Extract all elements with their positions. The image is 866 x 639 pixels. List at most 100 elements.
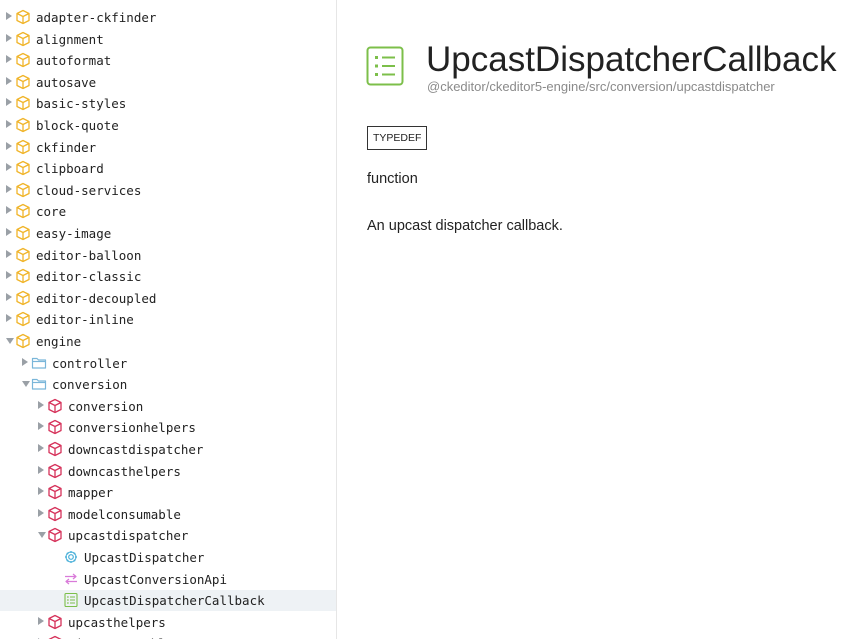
chevron-right-icon[interactable] xyxy=(6,76,12,85)
description: An upcast dispatcher callback. xyxy=(367,218,563,234)
tree-item-label: UpcastDispatcherCallback xyxy=(84,593,265,609)
tree-item-editor-balloon[interactable]: editor-balloon xyxy=(0,245,336,266)
tree-item-label: downcastdispatcher xyxy=(68,442,204,457)
tree-item-label: clipboard xyxy=(36,161,104,177)
tree-item-block-quote[interactable]: block-quote xyxy=(0,115,336,136)
tree-item-editor-inline[interactable]: editor-inline xyxy=(0,309,336,330)
tree-item-label: ckfinder xyxy=(36,139,97,155)
package-icon xyxy=(15,95,31,111)
tree-item-alignment[interactable]: alignment xyxy=(0,29,336,50)
tree-item-upcasthelpers[interactable]: upcasthelpers xyxy=(0,612,336,633)
chevron-down-icon[interactable] xyxy=(22,381,30,388)
tree-item-core[interactable]: core xyxy=(0,201,336,222)
tree-item-label: upcastdispatcher xyxy=(68,528,189,544)
chevron-right-icon[interactable] xyxy=(6,228,12,236)
chevron-right-icon[interactable] xyxy=(38,487,44,496)
tree-item-viewconsumable[interactable]: viewconsumable xyxy=(0,633,336,639)
module-icon xyxy=(47,506,63,522)
tree-item-label: core xyxy=(36,204,67,220)
package-icon xyxy=(15,203,31,219)
tree-item-downcasthelpers[interactable]: downcasthelpers xyxy=(0,461,336,482)
tree-item-upcastconversionapi[interactable]: UpcastConversionApi xyxy=(0,569,336,590)
chevron-right-icon[interactable] xyxy=(38,422,44,431)
module-icon xyxy=(47,527,63,543)
package-icon xyxy=(15,225,31,241)
tree-item-cloud-services[interactable]: cloud-services xyxy=(0,180,336,201)
tree-item-adapter-ckfinder[interactable]: adapter-ckfinder xyxy=(0,7,336,28)
module-icon xyxy=(47,398,63,414)
tree-item-mapper[interactable]: mapper xyxy=(0,482,336,503)
chevron-right-icon[interactable] xyxy=(38,444,44,452)
tree-item-label: editor-decoupled xyxy=(36,290,157,306)
chevron-right-icon[interactable] xyxy=(6,271,12,280)
module-path: @ckeditor/ckeditor5-engine/src/conversio… xyxy=(427,79,775,94)
tree-item-label: upcasthelpers xyxy=(68,614,166,630)
chevron-right-icon[interactable] xyxy=(6,120,12,128)
tree-item-controller[interactable]: controller xyxy=(0,353,336,374)
chevron-right-icon[interactable] xyxy=(38,616,44,625)
tree-item-label: mapper xyxy=(68,485,114,501)
chevron-right-icon[interactable] xyxy=(38,400,44,409)
chevron-right-icon[interactable] xyxy=(6,12,12,20)
chevron-right-icon[interactable] xyxy=(6,163,12,172)
tree-item-upcastdispatcher[interactable]: upcastdispatcher xyxy=(0,525,336,546)
chevron-down-icon[interactable] xyxy=(38,532,46,539)
tree-item-downcastdispatcher[interactable]: downcastdispatcher xyxy=(0,439,336,460)
folder-icon xyxy=(31,355,47,371)
interface-icon xyxy=(63,571,79,587)
tree-item-label: controller xyxy=(52,355,128,371)
tree-item-clipboard[interactable]: clipboard xyxy=(0,158,336,179)
tree-item-label: easy-image xyxy=(36,226,112,241)
tree-item-conversion[interactable]: conversion xyxy=(0,396,336,417)
tree-item-upcastdispatchercallback[interactable]: UpcastDispatcherCallback xyxy=(0,590,336,612)
chevron-right-icon[interactable] xyxy=(6,33,12,42)
page-title: UpcastDispatcherCallback xyxy=(426,40,837,79)
module-icon xyxy=(47,614,63,630)
tree-item-label: editor-classic xyxy=(36,269,142,285)
package-icon xyxy=(15,333,31,349)
tree-item-basic-styles[interactable]: basic-styles xyxy=(0,93,336,114)
package-icon xyxy=(15,31,31,47)
tree-item-autoformat[interactable]: autoformat xyxy=(0,50,336,71)
tree-item-label: downcasthelpers xyxy=(68,463,181,479)
tree-item-editor-decoupled[interactable]: editor-decoupled xyxy=(0,288,336,309)
tree-item-upcastdispatcher[interactable]: UpcastDispatcher xyxy=(0,547,336,568)
module-icon xyxy=(47,441,63,457)
tree-item-easy-image[interactable]: easy-image xyxy=(0,223,336,244)
chevron-right-icon[interactable] xyxy=(38,465,44,474)
package-icon xyxy=(15,160,31,176)
tree-item-label: viewconsumable xyxy=(68,633,173,639)
chevron-right-icon[interactable] xyxy=(38,508,44,517)
chevron-right-icon[interactable] xyxy=(6,98,12,107)
chevron-right-icon[interactable] xyxy=(22,357,28,366)
tree-item-label: conversion xyxy=(52,377,128,393)
tree-item-label: block-quote xyxy=(36,118,119,133)
package-icon xyxy=(15,52,31,68)
package-icon xyxy=(15,74,31,90)
tree-item-label: engine xyxy=(36,334,82,349)
type-kind: function xyxy=(367,171,418,187)
chevron-right-icon[interactable] xyxy=(6,55,12,64)
tree-item-editor-classic[interactable]: editor-classic xyxy=(0,266,336,287)
chevron-right-icon[interactable] xyxy=(6,206,12,215)
chevron-right-icon[interactable] xyxy=(6,314,12,323)
tree-item-modelconsumable[interactable]: modelconsumable xyxy=(0,504,336,525)
tree-item-ckfinder[interactable]: ckfinder xyxy=(0,137,336,158)
tree-item-label: editor-inline xyxy=(36,312,134,328)
folder-icon xyxy=(31,376,47,392)
tree-item-conversion[interactable]: conversion xyxy=(0,374,336,395)
chevron-right-icon[interactable] xyxy=(6,249,12,258)
module-icon xyxy=(47,463,63,479)
chevron-right-icon[interactable] xyxy=(6,184,12,193)
package-icon xyxy=(15,9,31,25)
package-icon xyxy=(15,182,31,198)
tree-item-label: editor-balloon xyxy=(36,247,142,263)
tree-item-engine[interactable]: engine xyxy=(0,331,336,352)
package-icon xyxy=(15,290,31,306)
tree-item-autosave[interactable]: autosave xyxy=(0,72,336,93)
chevron-right-icon[interactable] xyxy=(6,292,12,301)
tree-item-conversionhelpers[interactable]: conversionhelpers xyxy=(0,417,336,438)
chevron-down-icon[interactable] xyxy=(6,338,14,344)
chevron-right-icon[interactable] xyxy=(6,141,12,150)
tree-item-label: basic-styles xyxy=(36,96,127,112)
